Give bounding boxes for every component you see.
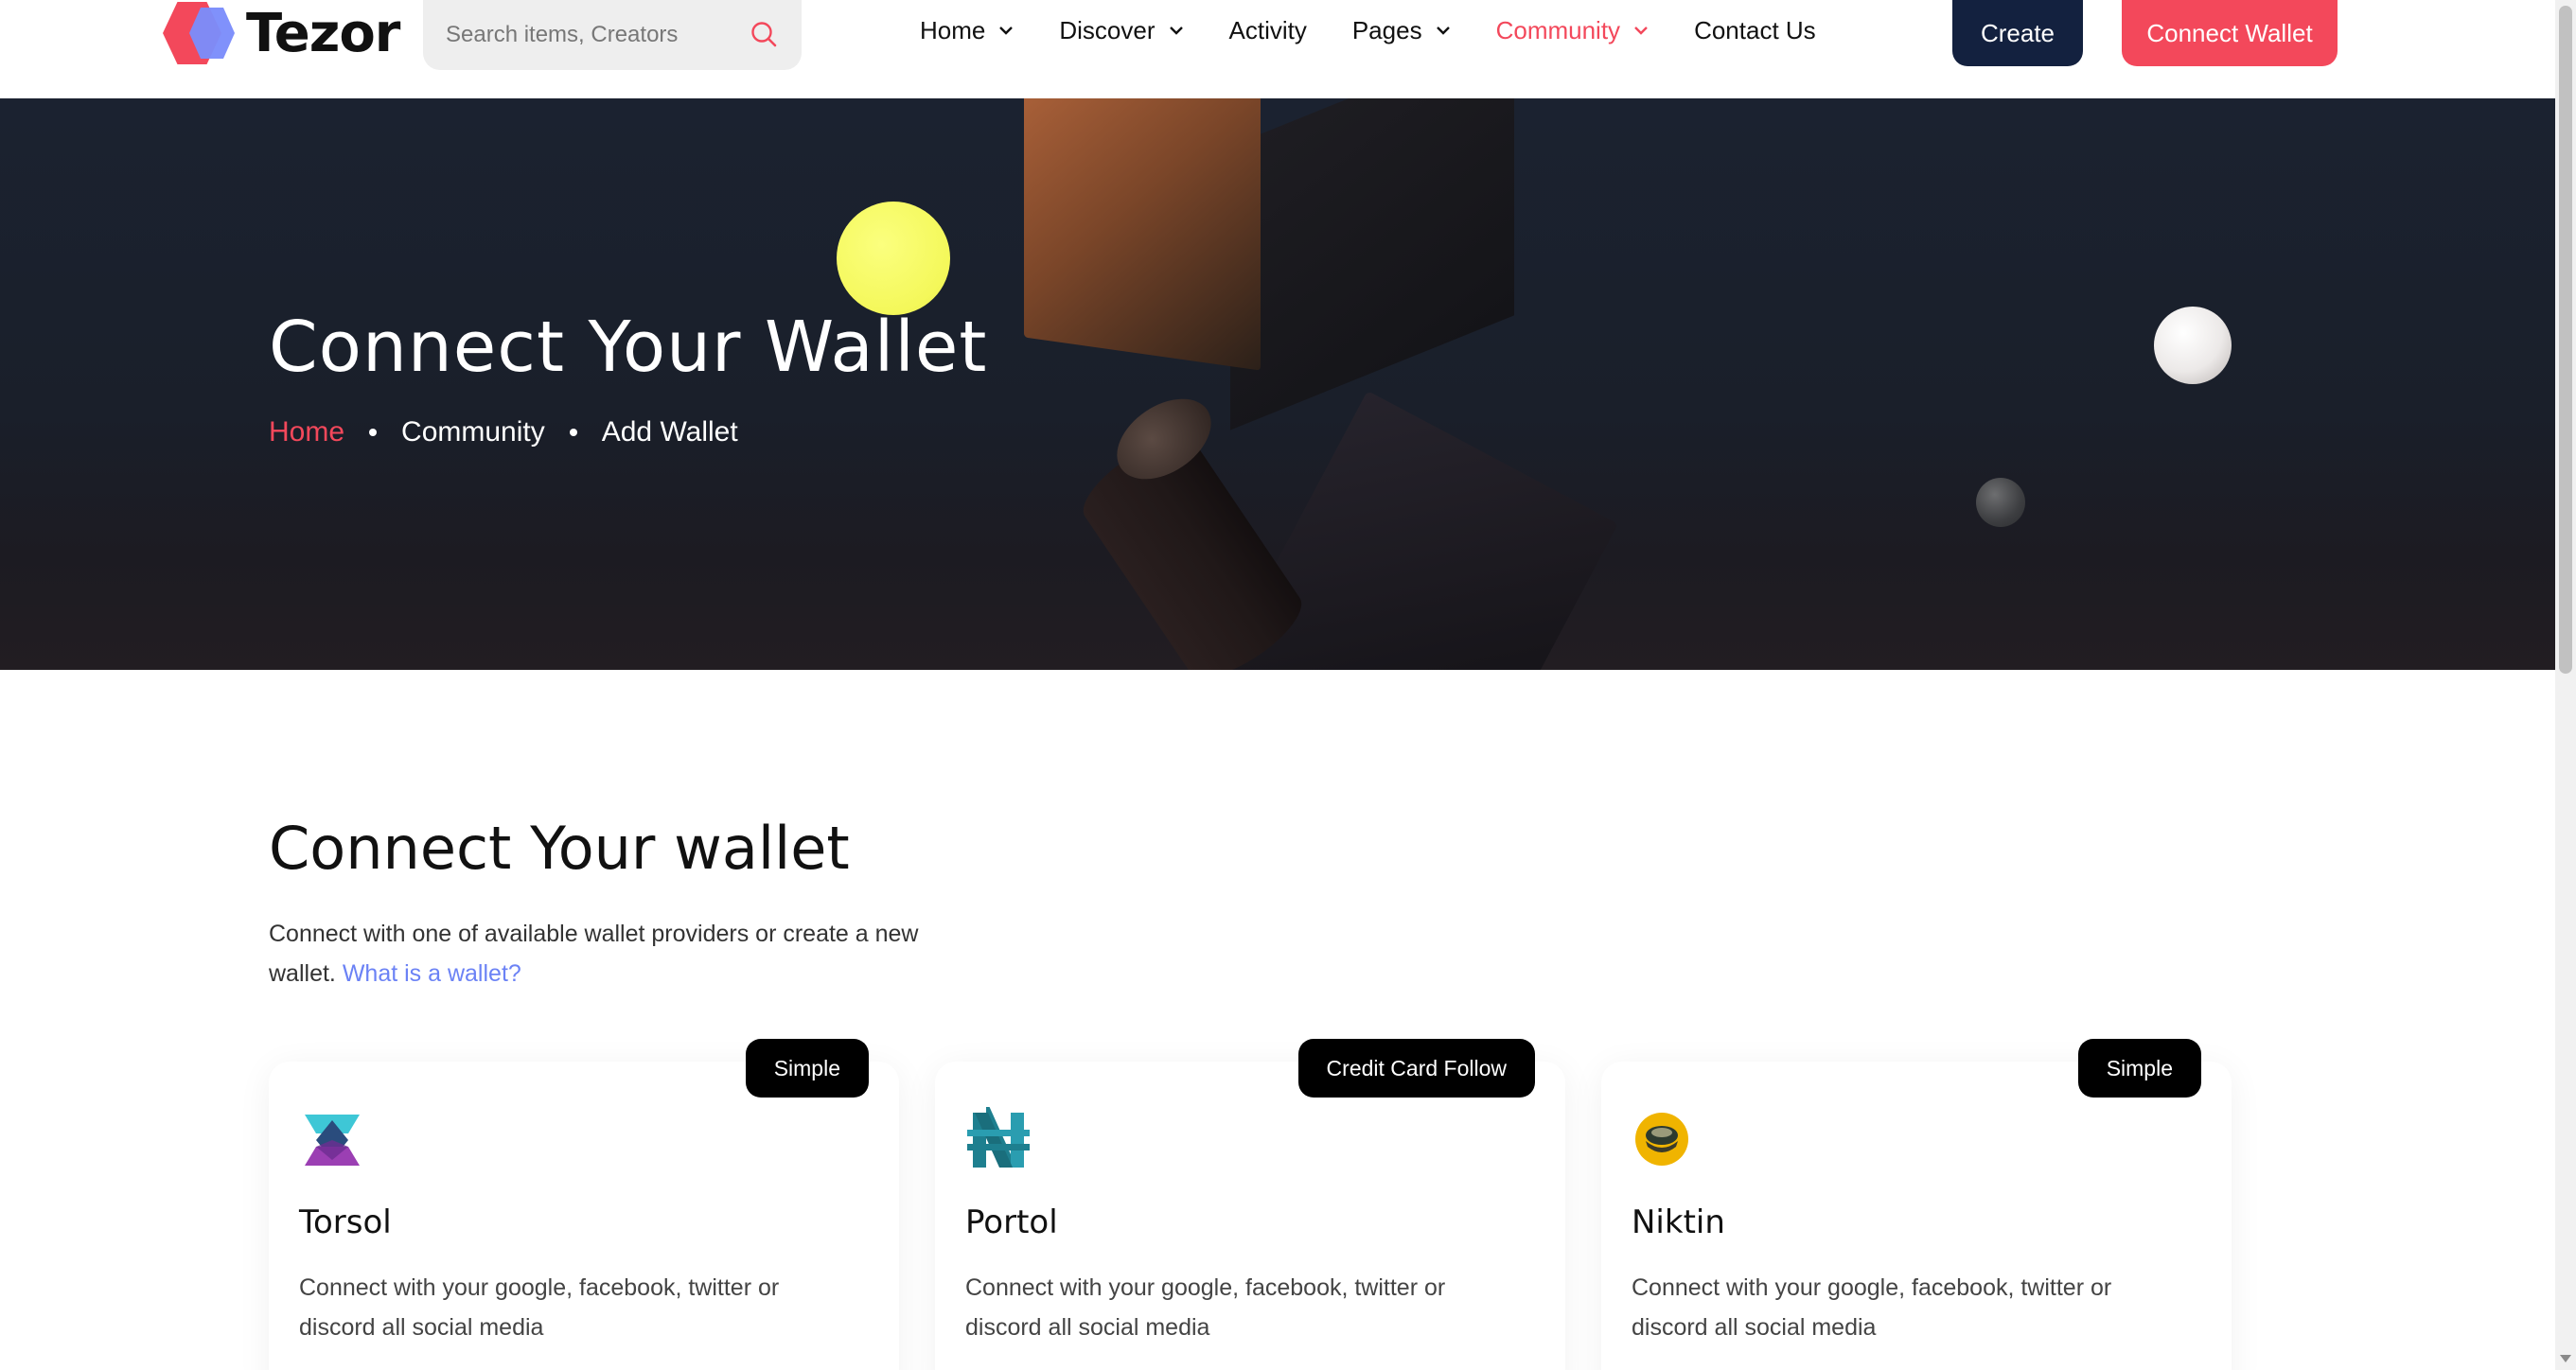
torsol-logo-icon xyxy=(305,1115,360,1166)
main-nav: Home Discover Activity Pages Community C… xyxy=(920,0,1861,61)
logo-hexagon-icon xyxy=(161,2,237,64)
nav-activity-label: Activity xyxy=(1228,15,1307,44)
breadcrumb-separator xyxy=(369,429,378,436)
breadcrumb-home[interactable]: Home xyxy=(269,416,344,448)
nav-pages[interactable]: Pages xyxy=(1352,16,1451,45)
card-description: Connect with your google, facebook, twit… xyxy=(299,1274,780,1341)
page-title: Connect Your Wallet xyxy=(269,307,988,388)
create-button[interactable]: Create xyxy=(1952,0,2083,66)
card-badge: Simple xyxy=(2077,1039,2201,1098)
nav-home-label: Home xyxy=(920,15,986,44)
card-title: Niktin xyxy=(1632,1203,1725,1241)
breadcrumb-current: Add Wallet xyxy=(601,416,738,448)
card-badge: Simple xyxy=(745,1039,869,1098)
connect-wallet-button[interactable]: Connect Wallet xyxy=(2122,0,2338,66)
chevron-down-icon xyxy=(1634,26,1648,35)
breadcrumb: Home Community Add Wallet xyxy=(269,416,738,448)
card-title: Torsol xyxy=(299,1203,392,1241)
wallet-card-portol[interactable]: Credit Card Follow Portol Connect with y… xyxy=(935,1039,1565,1370)
breadcrumb-community[interactable]: Community xyxy=(401,416,545,448)
portol-logo-icon xyxy=(967,1107,1030,1168)
nav-community[interactable]: Community xyxy=(1496,16,1649,45)
search-box xyxy=(423,0,802,70)
search-icon[interactable] xyxy=(749,19,779,49)
scrollbar-thumb[interactable] xyxy=(2559,6,2572,674)
nav-activity[interactable]: Activity xyxy=(1229,16,1307,45)
hero-banner: Connect Your Wallet Home Community Add W… xyxy=(0,98,2555,670)
hero-cube-orange xyxy=(1024,98,1261,371)
what-is-wallet-link[interactable]: What is a wallet? xyxy=(343,960,521,987)
card-description: Connect with your google, facebook, twit… xyxy=(965,1274,1446,1341)
breadcrumb-separator xyxy=(569,429,577,436)
wallet-card-torsol[interactable]: Simple Torsol Connect with your google, … xyxy=(269,1039,899,1370)
chevron-down-icon xyxy=(1436,26,1450,35)
search-input[interactable] xyxy=(446,22,739,48)
wallet-card-niktin[interactable]: Simple Niktin Connect with your google, … xyxy=(1601,1039,2232,1370)
card-badge: Credit Card Follow xyxy=(1297,1039,1535,1098)
hero-grey-sphere xyxy=(1976,478,2025,527)
page-scrollbar[interactable] xyxy=(2555,0,2576,1370)
nav-discover[interactable]: Discover xyxy=(1059,16,1183,45)
site-header: Tezor Home Discover Activity Pages Commu… xyxy=(0,0,2555,98)
scroll-down-arrow-icon[interactable] xyxy=(2559,1353,2572,1364)
hero-cube-shadow xyxy=(1230,98,1514,430)
nav-community-label: Community xyxy=(1495,15,1621,44)
section-description: Connect with one of available wallet pro… xyxy=(269,914,931,993)
logo-text: Tezor xyxy=(246,2,400,64)
logo[interactable]: Tezor xyxy=(161,0,400,66)
nav-discover-label: Discover xyxy=(1059,15,1156,44)
card-title: Portol xyxy=(965,1203,1058,1241)
nav-contact[interactable]: Contact Us xyxy=(1694,16,1816,45)
card-description: Connect with your google, facebook, twit… xyxy=(1632,1274,2112,1341)
nav-contact-label: Contact Us xyxy=(1694,15,1816,44)
nav-pages-label: Pages xyxy=(1351,15,1422,44)
hero-yellow-sphere xyxy=(837,202,950,315)
hero-white-sphere xyxy=(2154,307,2232,384)
hero-cylinder xyxy=(1071,422,1314,670)
section-title: Connect Your wallet xyxy=(269,814,850,883)
chevron-down-icon xyxy=(999,26,1014,35)
nav-home[interactable]: Home xyxy=(920,16,1014,45)
niktin-logo-icon xyxy=(1635,1113,1688,1166)
chevron-down-icon xyxy=(1169,26,1183,35)
